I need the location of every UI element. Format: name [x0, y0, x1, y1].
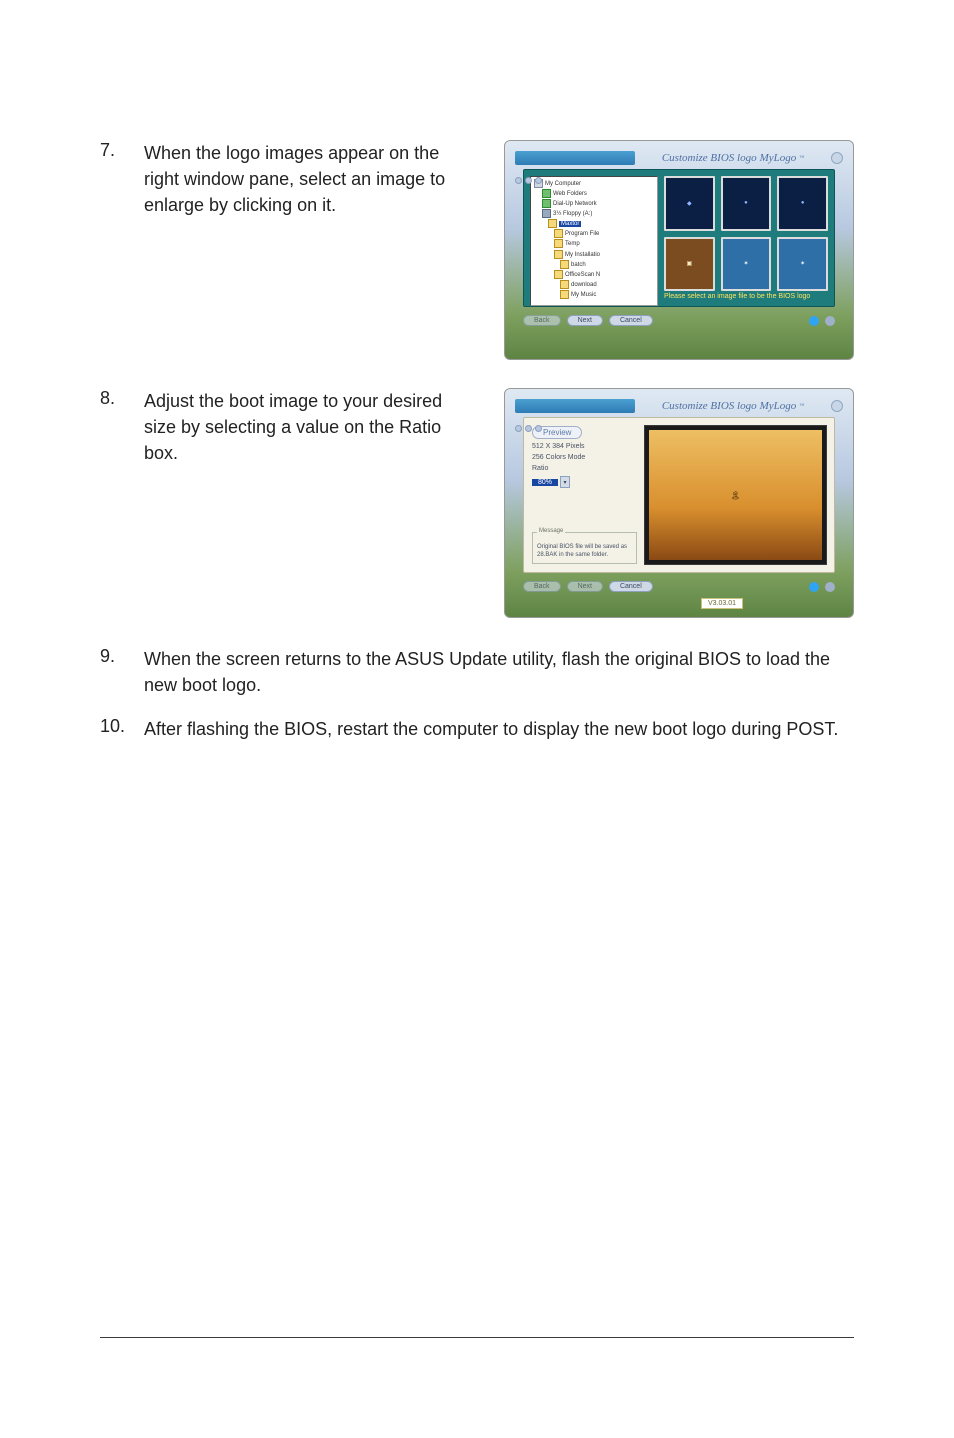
- document-page: 7. When the logo images appear on the ri…: [0, 0, 954, 1438]
- folder-tree[interactable]: My Computer Web Folders Dial-Up Network …: [530, 176, 658, 306]
- step-7-text-block: 7. When the logo images appear on the ri…: [100, 140, 470, 218]
- chevron-down-icon[interactable]: ▾: [560, 476, 570, 488]
- figure-mylogo-preview: Customize BIOS logo MyLogo ™ Preview 512…: [504, 388, 854, 618]
- figure-mylogo-browser: Customize BIOS logo MyLogo ™ My Computer…: [504, 140, 854, 360]
- step-8-text-block: 8. Adjust the boot image to your desired…: [100, 388, 470, 466]
- step-number: 7.: [100, 140, 144, 218]
- button-row: Back Next Cancel: [523, 315, 835, 326]
- folder-icon: [560, 280, 569, 289]
- network-icon: [542, 199, 551, 208]
- step-text: When the logo images appear on the right…: [144, 140, 470, 218]
- image-thumbnail[interactable]: ●: [777, 176, 828, 231]
- brand-name: MyLogo: [760, 152, 797, 164]
- ratio-value: 80%: [532, 479, 558, 486]
- tree-item[interactable]: download: [571, 282, 597, 288]
- status-dot-icon: [825, 582, 835, 592]
- brand-label: Customize BIOS logo MyLogo ™: [662, 400, 804, 412]
- folder-icon: [560, 260, 569, 269]
- status-dot-icon: [809, 316, 819, 326]
- step-text: When the screen returns to the ASUS Upda…: [144, 646, 854, 698]
- side-info: Preview 512 X 384 Pixels 256 Colors Mode…: [532, 426, 637, 564]
- trademark-icon: ™: [799, 404, 804, 409]
- folder-icon: [554, 250, 563, 259]
- brand-label: Customize BIOS logo MyLogo ™: [662, 152, 804, 164]
- trademark-icon: ™: [799, 156, 804, 161]
- floppy-icon: [542, 209, 551, 218]
- tree-item[interactable]: Dial-Up Network: [553, 201, 597, 207]
- tree-item[interactable]: My Installatio: [565, 252, 600, 258]
- tree-item[interactable]: My Computer: [545, 181, 581, 187]
- asus-logo-bar: [515, 151, 635, 165]
- step-10-row: 10. After flashing the BIOS, restart the…: [100, 716, 854, 742]
- tree-item[interactable]: My Music: [571, 292, 596, 298]
- message-legend: Message: [537, 528, 565, 534]
- folder-icon: [554, 270, 563, 279]
- step-8-row: 8. Adjust the boot image to your desired…: [100, 388, 854, 618]
- version-label: V3.03.01: [701, 598, 743, 609]
- brand-prefix: Customize BIOS logo: [662, 152, 757, 164]
- image-thumbnail[interactable]: ✶: [777, 237, 828, 292]
- status-dot-icon: [809, 582, 819, 592]
- asus-logo-bar: [515, 399, 635, 413]
- close-icon[interactable]: [831, 400, 843, 412]
- step-number: 9.: [100, 646, 144, 698]
- folder-icon: [542, 189, 551, 198]
- message-text: Original BIOS file will be saved as 28.B…: [537, 544, 632, 559]
- back-button[interactable]: Back: [523, 581, 561, 592]
- mylogo-window: Customize BIOS logo MyLogo ™ Preview 512…: [504, 388, 854, 618]
- tree-item[interactable]: Web Folders: [553, 191, 587, 197]
- step-number: 10.: [100, 716, 144, 742]
- close-icon[interactable]: [831, 152, 843, 164]
- folder-icon: [554, 239, 563, 248]
- back-button[interactable]: Back: [523, 315, 561, 326]
- ratio-label: Ratio: [532, 465, 637, 472]
- folder-icon: [560, 290, 569, 299]
- footer-divider: [100, 1337, 854, 1338]
- tree-item[interactable]: Program File: [565, 231, 599, 237]
- content-panel: My Computer Web Folders Dial-Up Network …: [523, 169, 835, 307]
- message-box: Message Original BIOS file will be saved…: [532, 532, 637, 565]
- thumbnail-pane: ◆ ● ● ▣ ✶ ✶ Please select an image file …: [664, 176, 828, 300]
- tree-item-selected[interactable]: Maxtor: [559, 221, 581, 227]
- image-thumbnail[interactable]: ◆: [664, 176, 715, 231]
- next-button[interactable]: Next: [567, 581, 603, 592]
- hint-text: Please select an image file to be the BI…: [664, 291, 828, 300]
- window-topbar: Customize BIOS logo MyLogo ™: [515, 151, 843, 165]
- binder-holes-icon: [515, 177, 542, 184]
- step-text: After flashing the BIOS, restart the com…: [144, 716, 838, 742]
- colors-label: 256 Colors Mode: [532, 454, 637, 461]
- window-topbar: Customize BIOS logo MyLogo ™: [515, 399, 843, 413]
- step-number: 8.: [100, 388, 144, 466]
- button-row: Back Next Cancel: [523, 581, 835, 592]
- next-button[interactable]: Next: [567, 315, 603, 326]
- step-7-row: 7. When the logo images appear on the ri…: [100, 140, 854, 360]
- step-text: Adjust the boot image to your desired si…: [144, 388, 470, 466]
- thumbnail-grid: ◆ ● ● ▣ ✶ ✶: [664, 176, 828, 291]
- tree-item[interactable]: OfficeScan N: [565, 272, 600, 278]
- status-dot-icon: [825, 316, 835, 326]
- image-thumbnail[interactable]: ▣: [664, 237, 715, 292]
- folder-icon: [548, 219, 557, 228]
- folder-icon: [554, 229, 563, 238]
- tree-item[interactable]: Temp: [565, 242, 580, 248]
- image-thumbnail[interactable]: ●: [721, 176, 772, 231]
- ratio-select[interactable]: 80% ▾: [532, 476, 637, 488]
- dimensions-label: 512 X 384 Pixels: [532, 443, 637, 450]
- step-9-row: 9. When the screen returns to the ASUS U…: [100, 646, 854, 698]
- binder-holes-icon: [515, 425, 542, 432]
- preview-image: 🏝: [645, 426, 826, 564]
- brand-prefix: Customize BIOS logo: [662, 400, 757, 412]
- brand-name: MyLogo: [760, 400, 797, 412]
- image-thumbnail[interactable]: ✶: [721, 237, 772, 292]
- mylogo-window: Customize BIOS logo MyLogo ™ My Computer…: [504, 140, 854, 360]
- cancel-button[interactable]: Cancel: [609, 315, 653, 326]
- tree-item[interactable]: batch: [571, 262, 586, 268]
- cancel-button[interactable]: Cancel: [609, 581, 653, 592]
- tree-item[interactable]: 3½ Floppy (A:): [553, 211, 592, 217]
- content-panel: Preview 512 X 384 Pixels 256 Colors Mode…: [523, 417, 835, 573]
